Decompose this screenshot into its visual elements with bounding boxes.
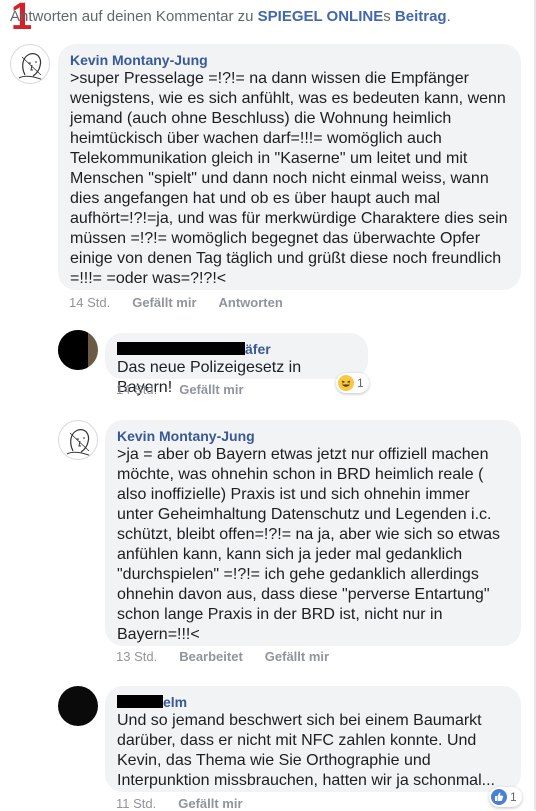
comment-author-2[interactable]: äfer bbox=[117, 340, 356, 358]
reaction-summary[interactable]: 1 bbox=[489, 787, 522, 807]
comment-author-4[interactable]: elm bbox=[117, 693, 509, 711]
sketch-face-icon bbox=[66, 429, 92, 457]
comment-time[interactable]: 14 Std. bbox=[69, 295, 110, 310]
redacted-name bbox=[117, 695, 163, 708]
avatar-user-4[interactable] bbox=[58, 686, 98, 726]
comment-time[interactable]: 14 Std. bbox=[116, 382, 157, 397]
like-thumb-icon bbox=[491, 789, 507, 805]
author-suffix: äfer bbox=[245, 341, 271, 357]
haha-emoji-icon bbox=[338, 375, 354, 391]
comment-text: Und so jemand beschwert sich bei einem B… bbox=[117, 712, 495, 789]
reaction-count: 1 bbox=[357, 376, 364, 390]
reaction-count: 1 bbox=[510, 790, 517, 804]
comment-author[interactable]: Kevin Montany-Jung bbox=[117, 427, 509, 445]
redaction-bar bbox=[58, 330, 88, 370]
comment-bubble-1: Kevin Montany-Jung >super Presselage =!?… bbox=[58, 44, 521, 290]
like-link[interactable]: Gefällt mir bbox=[179, 382, 243, 397]
notification-header: Antworten auf deinen Kommentar zu SPIEGE… bbox=[10, 8, 451, 25]
comment-meta-4: 11 Std. Gefällt mir bbox=[116, 796, 265, 811]
header-suffix: . bbox=[446, 8, 451, 25]
comment-author[interactable]: Kevin Montany-Jung bbox=[70, 51, 509, 69]
comment-bubble-3: Kevin Montany-Jung >ja = aber ob Bayern … bbox=[105, 420, 521, 646]
reply-link[interactable]: Antworten bbox=[219, 295, 283, 310]
redacted-name bbox=[117, 342, 245, 355]
comment-text: >super Presselage =!?!= na dann wissen d… bbox=[70, 70, 508, 287]
page-link[interactable]: SPIEGEL ONLINE bbox=[258, 8, 384, 25]
like-link[interactable]: Gefällt mir bbox=[132, 295, 196, 310]
edited-label[interactable]: Bearbeitet bbox=[179, 649, 243, 664]
like-link[interactable]: Gefällt mir bbox=[265, 649, 329, 664]
comment-meta-3: 13 Std. Bearbeitet Gefällt mir bbox=[116, 649, 351, 664]
comment-text: >ja = aber ob Bayern etwas jetzt nur off… bbox=[117, 446, 501, 643]
comment-time[interactable]: 13 Std. bbox=[116, 649, 157, 664]
comment-time[interactable]: 11 Std. bbox=[116, 796, 156, 811]
like-link[interactable]: Gefällt mir bbox=[178, 796, 242, 811]
header-prefix: Antworten auf deinen Kommentar zu bbox=[10, 8, 258, 25]
author-suffix: elm bbox=[163, 694, 188, 710]
header-mid: s bbox=[383, 8, 395, 25]
avatar-user-2[interactable] bbox=[58, 330, 98, 370]
post-link[interactable]: Beitrag bbox=[395, 8, 447, 25]
comment-meta-2: 14 Std. Gefällt mir bbox=[116, 382, 266, 397]
comment-bubble-4: elm Und so jemand beschwert sich bei ein… bbox=[105, 686, 521, 792]
sketch-face-icon bbox=[18, 53, 44, 81]
avatar-kevin[interactable] bbox=[10, 44, 50, 84]
comment-meta-1: 14 Std. Gefällt mir Antworten bbox=[69, 295, 305, 310]
reaction-summary[interactable]: 1 bbox=[336, 373, 369, 393]
avatar-kevin[interactable] bbox=[58, 420, 98, 460]
comment-bubble-2: äfer Das neue Polizeigesetz in Bayern! bbox=[105, 333, 368, 396]
